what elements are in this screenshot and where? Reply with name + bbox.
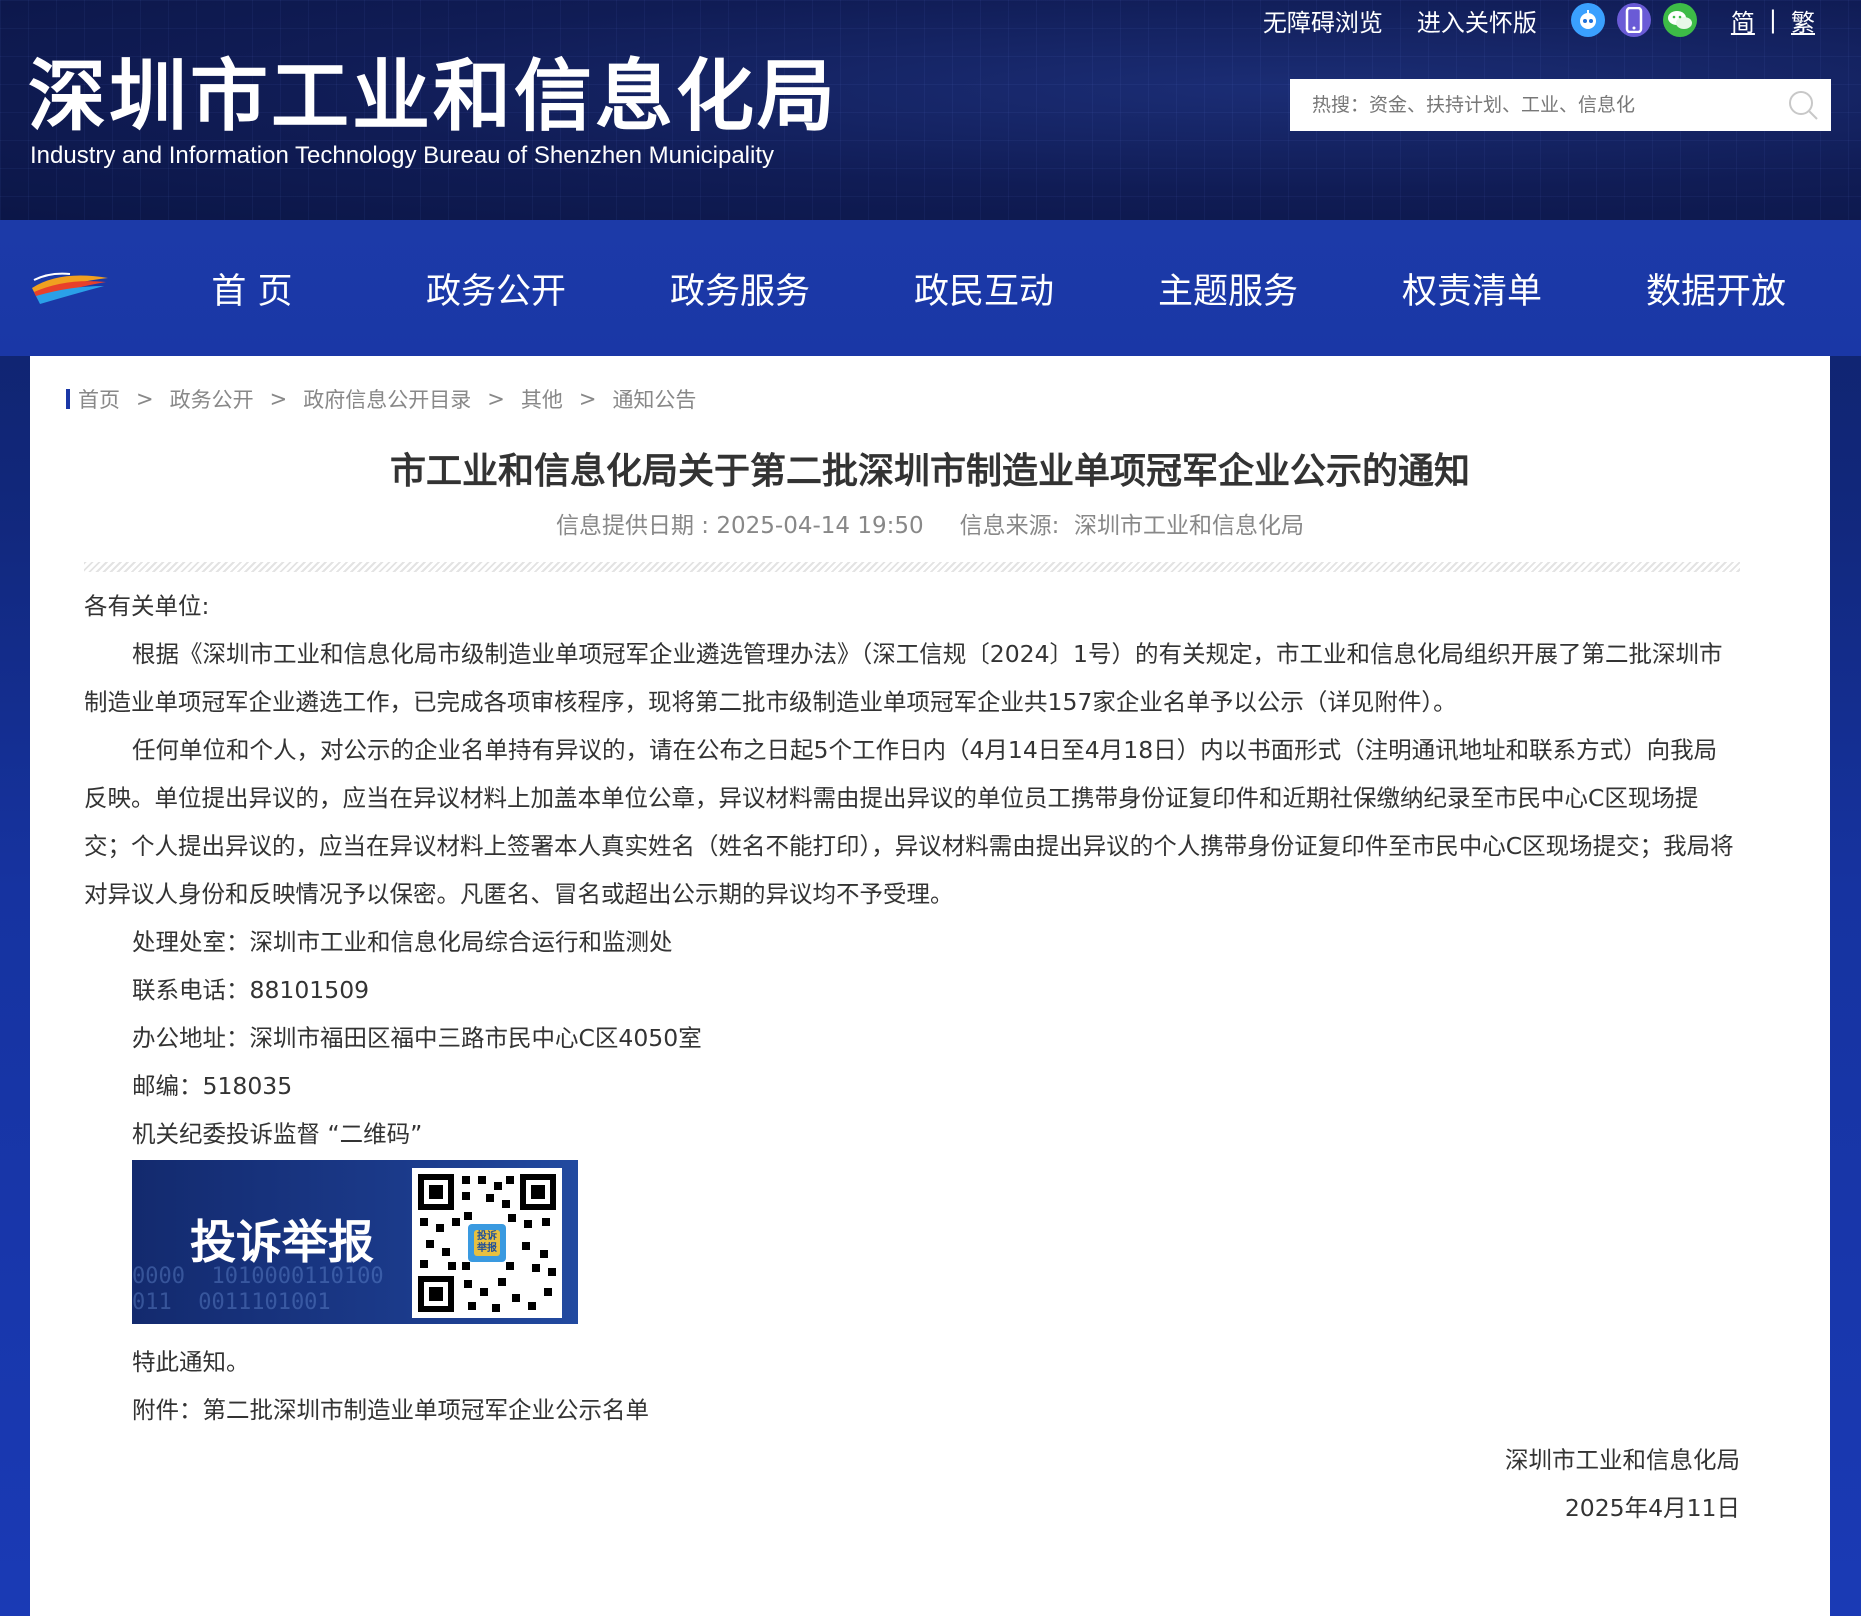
signature-date: 2025年4月11日 <box>1564 1494 1740 1522</box>
city-logo-icon[interactable] <box>30 260 110 308</box>
contact-postcode: 邮编：518035 <box>132 1072 293 1100</box>
search-box <box>1290 79 1831 131</box>
breadcrumb-separator: > <box>269 387 288 411</box>
nav-item-interaction[interactable]: 政民互动 <box>862 220 1106 356</box>
source-value: 深圳市工业和信息化局 <box>1074 513 1304 539</box>
breadcrumb-separator: > <box>487 387 505 411</box>
simplified-chinese-link[interactable]: 简 <box>1731 3 1755 38</box>
main-nav: 首 页 政务公开 政务服务 政民互动 主题服务 权责清单 数据开放 <box>0 220 1861 356</box>
article-body: 各有关单位: 根据《深圳市工业和信息化局市级制造业单项冠军企业遴选管理办法》（深… <box>84 582 1740 1532</box>
search-icon[interactable] <box>1775 79 1831 131</box>
nav-items: 首 页 政务公开 政务服务 政民互动 主题服务 权责清单 数据开放 <box>130 220 1838 356</box>
nav-item-responsibility-list[interactable]: 权责清单 <box>1350 220 1594 356</box>
wechat-icon[interactable] <box>1662 3 1697 37</box>
complaint-qr-banner[interactable]: 0000 1010000110100 011 0011101001 投诉举报 投… <box>132 1160 578 1324</box>
breadcrumb-separator: > <box>578 387 597 411</box>
contact-office: 处理处室：深圳市工业和信息化局综合运行和监测处 <box>132 928 673 956</box>
article-title: 市工业和信息化局关于第二批深圳市制造业单项冠军企业公示的通知 <box>389 451 1470 492</box>
nav-item-home[interactable]: 首 页 <box>130 220 374 356</box>
accessibility-link[interactable]: 无障碍浏览 <box>1263 3 1383 38</box>
nav-item-government-services[interactable]: 政务服务 <box>618 220 862 356</box>
breadcrumb: 首页 > 政务公开 > 政府信息公开目录 > 其他 > 通知公告 <box>66 384 696 414</box>
qr-badge-text: 投诉举报 <box>477 1231 497 1254</box>
complaint-label: 投诉举报 <box>190 1215 374 1269</box>
signature-organization: 深圳市工业和信息化局 <box>1505 1446 1740 1474</box>
elder-mode-link[interactable]: 进入关怀版 <box>1417 3 1537 38</box>
site-title[interactable]: 深圳市工业和信息化局 <box>28 34 838 146</box>
attachment-link[interactable]: 附件：第二批深圳市制造业单项冠军企业公示名单 <box>84 1386 1740 1434</box>
paragraph-objection: 任何单位和个人，对公示的企业名单持有异议的，请在公布之日起5个工作日内（4月14… <box>84 736 1734 908</box>
top-links: 无障碍浏览 进入关怀版 简 | 繁 <box>1263 2 1825 38</box>
traditional-chinese-link[interactable]: 繁 <box>1791 3 1815 38</box>
contact-phone: 联系电话：88101509 <box>132 976 370 1004</box>
qr-code: 投诉举报 <box>412 1168 562 1318</box>
qr-caption: 机关纪委投诉监督 “二维码” <box>132 1120 423 1148</box>
breadcrumb-notices[interactable]: 通知公告 <box>612 384 696 414</box>
article-meta: 信息提供日期 : 2025-04-14 19:50 信息来源: 深圳市工业和信息化… <box>30 506 1830 540</box>
breadcrumb-other[interactable]: 其他 <box>521 384 563 414</box>
nav-item-open-data[interactable]: 数据开放 <box>1594 220 1838 356</box>
content-panel: 首页 > 政务公开 > 政府信息公开目录 > 其他 > 通知公告 市工业和信息化… <box>30 356 1830 1616</box>
paragraph-basis: 根据《深圳市工业和信息化局市级制造业单项冠军企业遴选管理办法》（深工信规〔202… <box>84 640 1723 716</box>
nav-item-government-affairs[interactable]: 政务公开 <box>374 220 618 356</box>
title-divider <box>84 562 1740 572</box>
language-separator: | <box>1768 6 1777 34</box>
nav-item-theme-services[interactable]: 主题服务 <box>1106 220 1350 356</box>
search-input[interactable] <box>1290 81 1775 129</box>
site-header: 深圳市工业和信息化局 Industry and Information Tech… <box>0 0 1861 220</box>
breadcrumb-home[interactable]: 首页 <box>78 384 120 414</box>
source-label: 信息来源: <box>959 513 1060 539</box>
closing-text: 特此通知。 <box>132 1348 250 1376</box>
breadcrumb-disclosure-catalog[interactable]: 政府信息公开目录 <box>303 384 471 414</box>
publish-date: 信息提供日期 : 2025-04-14 19:50 <box>555 513 924 539</box>
contact-address: 办公地址：深圳市福田区福中三路市民中心C区4050室 <box>132 1024 702 1052</box>
robot-icon[interactable] <box>1570 3 1605 37</box>
site-subtitle: Industry and Information Technology Bure… <box>30 142 775 169</box>
salutation: 各有关单位: <box>84 592 210 620</box>
breadcrumb-government-affairs[interactable]: 政务公开 <box>170 384 254 414</box>
breadcrumb-marker <box>66 389 70 409</box>
breadcrumb-separator: > <box>136 387 154 411</box>
mobile-icon[interactable] <box>1616 3 1651 37</box>
